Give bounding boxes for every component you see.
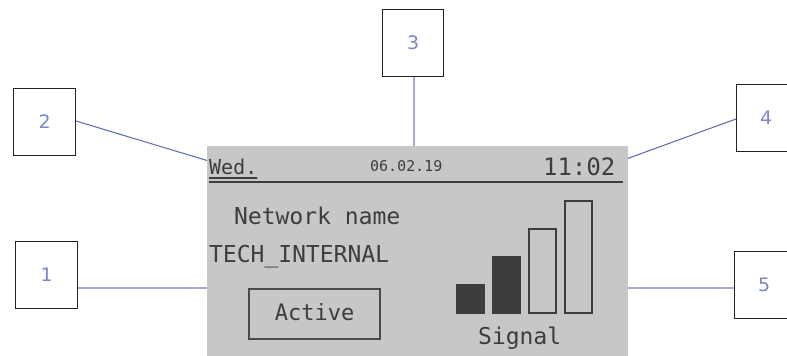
callout-box-5: 5 [734,251,787,319]
signal-bar-3 [528,228,557,314]
callout-line-2 [75,120,213,163]
signal-bar-1 [456,284,485,314]
callout-box-3: 3 [382,9,444,77]
signal-label: Signal [478,324,562,350]
callout-line-4 [617,118,737,163]
lcd-screen: Wed. 06.02.19 11:02 Network name TECH_IN… [207,146,628,356]
signal-strength-icon [456,200,593,314]
callout-number: 1 [40,264,53,286]
callout-box-2: 2 [13,88,76,156]
callout-box-1: 1 [15,241,78,309]
callout-number: 2 [38,111,51,133]
signal-bar-4 [564,200,593,314]
callout-number: 4 [759,107,773,129]
callout-number: 3 [406,32,420,54]
callout-number: 5 [757,274,771,296]
signal-bar-2 [492,256,521,314]
callout-box-4: 4 [736,84,787,152]
